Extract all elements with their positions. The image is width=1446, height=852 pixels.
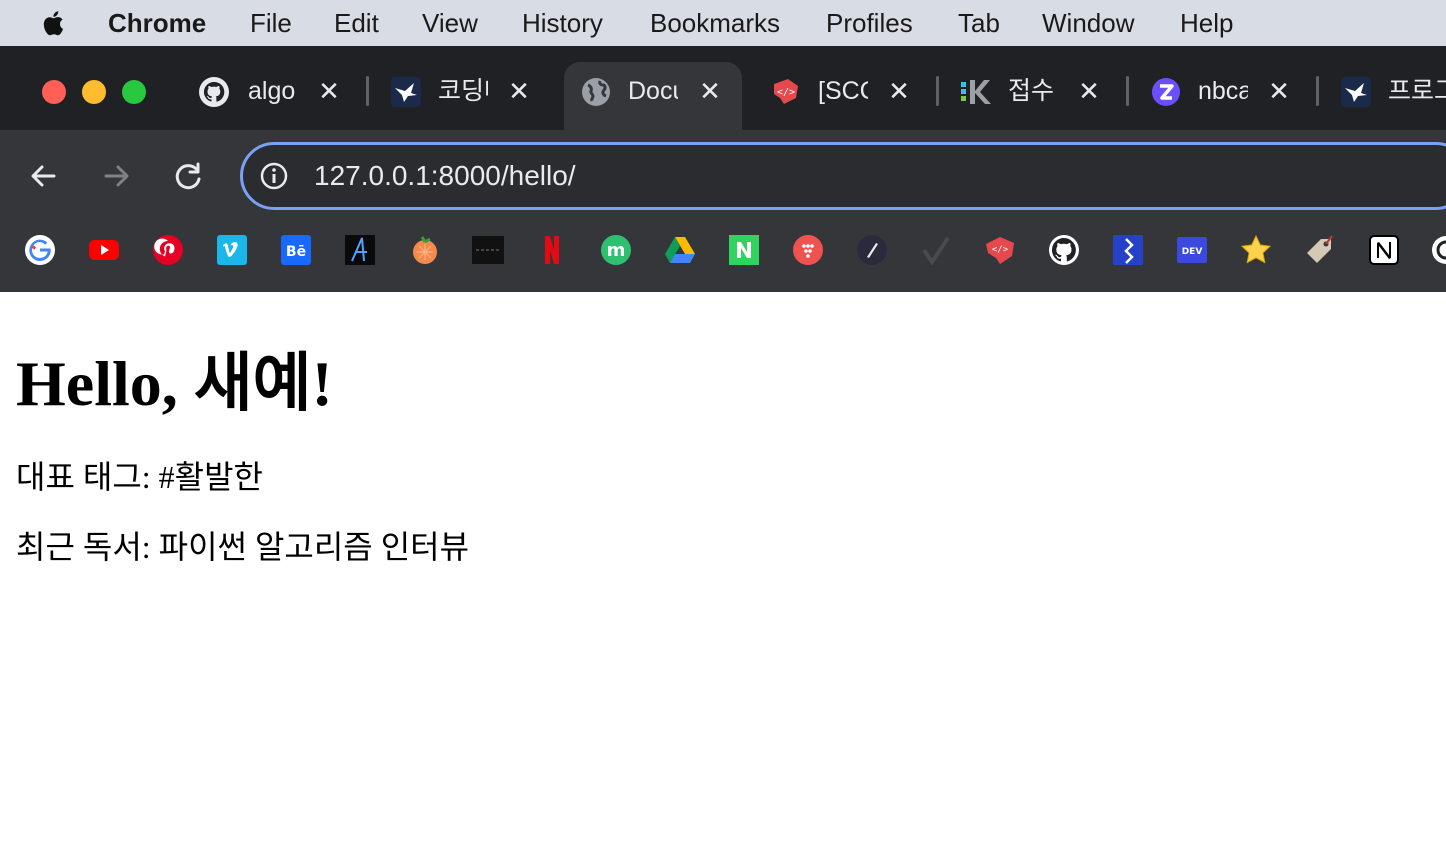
menu-bookmarks[interactable]: Bookmarks: [650, 0, 780, 46]
pen-logo-icon[interactable]: [856, 234, 888, 266]
tab-separator: [366, 76, 369, 106]
k-logo-icon: [961, 80, 991, 104]
star-icon[interactable]: [1240, 234, 1272, 266]
menu-help[interactable]: Help: [1180, 0, 1233, 46]
pinterest-icon[interactable]: [152, 234, 184, 266]
menu-app-name[interactable]: Chrome: [108, 0, 206, 46]
dots-logo-icon[interactable]: [792, 234, 824, 266]
code-bubble-icon: </>: [774, 79, 798, 104]
dev-icon[interactable]: DEV: [1176, 234, 1208, 266]
tab-scc[interactable]: </> [SCC ✕: [770, 62, 930, 130]
globe-icon: [582, 78, 610, 106]
check-icon[interactable]: [920, 234, 952, 266]
github-icon[interactable]: [1048, 234, 1080, 266]
web-page-content: Hello, 새예! 대표 태그: #활발한 최근 독서: 파이썬 알고리즘 인…: [0, 292, 1446, 852]
tab-document-active[interactable]: Docu ✕: [580, 62, 740, 130]
tab-title: nbca: [1198, 77, 1248, 105]
close-tab-icon[interactable]: ✕: [1074, 76, 1104, 106]
tab-separator: [1126, 76, 1129, 106]
tab-nbcamp[interactable]: nbca ✕: [1150, 62, 1310, 130]
behance-icon[interactable]: Bē: [280, 234, 312, 266]
tab-separator: [1316, 76, 1319, 106]
notion-icon[interactable]: [1368, 234, 1400, 266]
openai-icon[interactable]: [1430, 234, 1446, 266]
blue-bird-icon[interactable]: [1112, 234, 1144, 266]
svg-text:m: m: [607, 240, 626, 261]
url-host: 127.0.0.1: [314, 160, 431, 191]
code-bubble-icon[interactable]: </>: [984, 234, 1016, 266]
tab-application[interactable]: 접수 ✕: [960, 62, 1120, 130]
tab-title: algo: [248, 77, 296, 105]
github-icon: [199, 77, 229, 107]
menu-file[interactable]: File: [250, 0, 292, 46]
url-path: :8000/hello/: [430, 160, 576, 191]
back-arrow-icon[interactable]: [24, 156, 64, 196]
tab-separator: [936, 76, 939, 106]
menu-window[interactable]: Window: [1042, 0, 1134, 46]
tangerine-icon[interactable]: [408, 234, 440, 266]
macos-menubar: Chrome File Edit View History Bookmarks …: [0, 0, 1446, 46]
url-text[interactable]: 127.0.0.1:8000/hello/: [314, 142, 576, 210]
tab-programmers[interactable]: 프로그: [1340, 62, 1446, 130]
svg-text:</>: </>: [992, 245, 1009, 255]
site-info-icon[interactable]: [258, 160, 290, 192]
a-script-icon[interactable]: [344, 234, 376, 266]
close-tab-icon[interactable]: ✕: [314, 76, 344, 106]
tab-title: [SCC: [818, 77, 868, 105]
youtube-icon[interactable]: [88, 234, 120, 266]
forward-arrow-icon[interactable]: [96, 156, 136, 196]
dark-bar-icon[interactable]: [472, 234, 504, 266]
tab-title: Docu: [628, 77, 678, 105]
netflix-icon[interactable]: [536, 234, 568, 266]
apple-logo-icon[interactable]: [38, 7, 70, 39]
menu-tab[interactable]: Tab: [958, 0, 1000, 46]
tag-icon[interactable]: [1304, 234, 1336, 266]
page-heading: Hello, 새예!: [16, 348, 333, 419]
m-logo-icon[interactable]: m: [600, 234, 632, 266]
bird-icon: [391, 77, 421, 107]
tab-title: 프로그: [1388, 77, 1446, 105]
close-tab-icon[interactable]: ✕: [1264, 76, 1294, 106]
vimeo-icon[interactable]: [216, 234, 248, 266]
close-tab-icon[interactable]: ✕: [695, 76, 725, 106]
zoom-window-button[interactable]: [122, 80, 146, 104]
svg-text:Bē: Bē: [286, 244, 306, 260]
reload-icon[interactable]: [168, 156, 208, 196]
menu-history[interactable]: History: [522, 0, 603, 46]
z-logo-icon: [1152, 78, 1180, 106]
google-icon[interactable]: [24, 234, 56, 266]
svg-text:</>: </>: [777, 87, 795, 98]
bird-icon: [1341, 77, 1371, 107]
tab-algo[interactable]: algo ✕: [198, 62, 358, 130]
menu-profiles[interactable]: Profiles: [826, 0, 913, 46]
close-tab-icon[interactable]: ✕: [504, 76, 534, 106]
google-drive-icon[interactable]: [664, 234, 696, 266]
tab-title: 코딩태: [438, 77, 488, 105]
tab-coding[interactable]: 코딩태 ✕: [390, 62, 550, 130]
recent-reading-text: 최근 독서: 파이썬 알고리즘 인터뷰: [16, 529, 470, 565]
close-window-button[interactable]: [42, 80, 66, 104]
tab-title: 접수: [1008, 77, 1055, 105]
svg-text:DEV: DEV: [1182, 247, 1203, 257]
minimize-window-button[interactable]: [82, 80, 106, 104]
n-logo-icon[interactable]: [728, 234, 760, 266]
menu-view[interactable]: View: [422, 0, 478, 46]
menu-edit[interactable]: Edit: [334, 0, 379, 46]
close-tab-icon[interactable]: ✕: [884, 76, 914, 106]
representative-tag-text: 대표 태그: #활발한: [16, 459, 263, 495]
